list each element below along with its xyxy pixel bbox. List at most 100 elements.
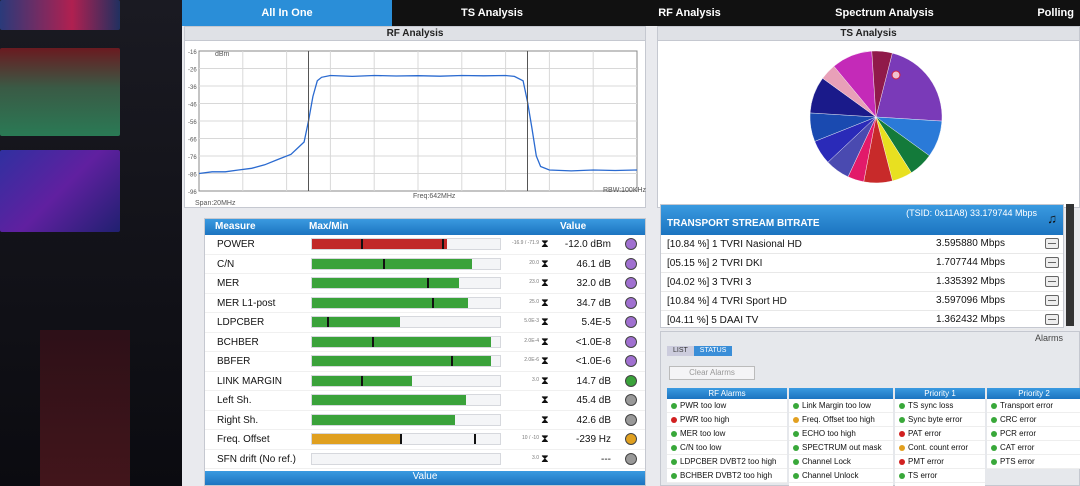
alarm-status-dot-icon: [793, 416, 799, 423]
measure-value: <1.0E-6: [575, 356, 611, 367]
service-detail-icon[interactable]: [1045, 238, 1059, 249]
service-detail-icon[interactable]: [1045, 314, 1059, 325]
alarm-column-header: Priority 2: [987, 388, 1080, 399]
alarm-item: PCR error: [987, 427, 1080, 441]
tab-polling[interactable]: Polling: [982, 0, 1080, 26]
service-row[interactable]: [05.15 %] 2 TVRI DKI 1.707744 Mbps: [661, 254, 1063, 273]
hourglass-icon[interactable]: ⧗: [541, 336, 549, 349]
clear-alarms-button[interactable]: Clear Alarms: [669, 366, 755, 380]
hourglass-icon[interactable]: ⧗: [541, 453, 549, 466]
bitrate-scrollbar[interactable]: [1066, 204, 1074, 326]
measure-value: 45.4 dB: [576, 395, 611, 406]
threshold-marker: [372, 336, 375, 347]
y-tick-label: -46: [188, 103, 197, 109]
hourglass-icon[interactable]: ⧗: [541, 316, 549, 329]
hourglass-icon[interactable]: ⧗: [541, 258, 549, 271]
y-tick-label: -66: [188, 138, 197, 144]
hourglass-icon[interactable]: ⧗: [541, 375, 549, 388]
alarm-status-dot-icon: [793, 430, 799, 437]
alarm-status-dot-icon: [671, 458, 677, 465]
measure-label: POWER: [217, 239, 255, 250]
alarm-label: LDPCBER DVBT2 too high: [680, 457, 777, 466]
status-led-icon: [625, 335, 637, 348]
measure-level-fill: [312, 434, 401, 444]
measure-level-bar: [311, 277, 501, 289]
status-led-icon: [625, 277, 637, 289]
tab-spectrum-analysis[interactable]: Spectrum Analysis: [787, 0, 982, 26]
cursor-icon: [891, 70, 901, 80]
threshold-label: 20.0: [529, 259, 539, 266]
measure-value: 42.6 dB: [576, 414, 611, 426]
alarm-tab-list[interactable]: LIST: [667, 346, 694, 356]
threshold-marker: [432, 297, 435, 308]
alarm-label: PWR too high: [680, 415, 730, 424]
measure-level-fill: [312, 317, 401, 327]
measure-row: BBFER 2.0E-6 ⧗ <1.0E-6: [205, 352, 645, 372]
alarm-item: Channel Lock: [789, 455, 893, 469]
alarm-item: Cont. count error: [895, 441, 985, 455]
background-video-thumbnail: [0, 48, 120, 136]
tab-ts-analysis[interactable]: TS Analysis: [392, 0, 592, 26]
measure-row: MER L1-post 25.0 ⧗ 34.7 dB: [205, 294, 645, 313]
alarm-label: Link Margin too low: [802, 401, 871, 410]
alarm-label: PMT error: [908, 457, 944, 466]
value-col-header: Value: [560, 221, 587, 232]
hourglass-icon[interactable]: ⧗: [541, 297, 549, 310]
ts-bitrate-total: (TSID: 0x11A8) 33.179744 Mbps: [906, 208, 1037, 218]
service-row[interactable]: [04.02 %] 3 TVRI 3 1.335392 Mbps: [661, 273, 1063, 292]
measure-header: Measure Max/Min Value: [205, 219, 645, 235]
service-row[interactable]: [10.84 %] 1 TVRI Nasional HD 3.595880 Mbp…: [661, 235, 1063, 254]
service-row[interactable]: [10.84 %] 4 TVRI Sport HD 3.597096 Mbps: [661, 292, 1063, 311]
alarm-status-dot-icon: [671, 402, 677, 409]
measure-label: Right Sh.: [217, 414, 259, 426]
alarm-item: PWR too low: [667, 399, 787, 413]
measure-row: Right Sh. ⧗ 42.6 dB: [205, 411, 645, 430]
measure-level-bar: [311, 374, 501, 387]
measure-level-fill: [312, 395, 467, 405]
alarm-column: Link Margin too low Freq. Offset too high…: [789, 388, 893, 486]
measure-value: 34.7 dB: [576, 297, 611, 309]
alarm-label: C/N too low: [680, 443, 722, 452]
hourglass-icon[interactable]: ⧗: [541, 277, 549, 290]
service-rows: [10.84 %] 1 TVRI Nasional HD 3.595880 Mbp…: [661, 235, 1063, 330]
measure-label: MER L1-post: [217, 297, 276, 309]
hourglass-icon[interactable]: ⧗: [541, 238, 549, 251]
music-note-icon[interactable]: ♫: [1047, 211, 1057, 226]
alarm-item: ECHO too high: [789, 427, 893, 441]
measure-level-bar: [311, 316, 501, 328]
measure-label: LINK MARGIN: [217, 375, 283, 387]
status-led-icon: [625, 413, 637, 426]
threshold-label: 3.0: [532, 376, 539, 383]
service-detail-icon[interactable]: [1045, 276, 1059, 287]
service-bitrate: 1.335392 Mbps: [936, 276, 1005, 287]
alarm-tab-status[interactable]: STATUS: [693, 346, 733, 356]
alarm-status-dot-icon: [671, 416, 677, 423]
service-name: [04.11 %] 5 DAAI TV: [667, 315, 759, 326]
tab-all-in-one[interactable]: All In One: [182, 0, 392, 26]
measure-level-fill: [312, 414, 455, 425]
hourglass-icon[interactable]: ⧗: [541, 355, 549, 368]
measure-row: Left Sh. ⧗ 45.4 dB: [205, 391, 645, 411]
hourglass-icon[interactable]: ⧗: [541, 394, 549, 407]
alarm-item: Transport error: [987, 399, 1080, 413]
threshold-marker: [360, 239, 363, 249]
threshold-label: -16.9 / -71.9: [512, 240, 539, 246]
status-led-icon: [625, 238, 637, 250]
service-detail-icon[interactable]: [1045, 257, 1059, 268]
threshold-marker: [327, 317, 330, 327]
background-video-thumbnail: [0, 0, 120, 30]
alarm-status-dot-icon: [991, 458, 997, 465]
alarm-column-header: Priority 1: [895, 388, 985, 399]
hourglass-icon[interactable]: ⧗: [541, 414, 549, 427]
hourglass-icon[interactable]: ⧗: [541, 433, 549, 446]
alarm-item: TS error: [895, 469, 985, 483]
service-row[interactable]: [04.11 %] 5 DAAI TV 1.362432 Mbps: [661, 311, 1063, 330]
service-bitrate: 1.362432 Mbps: [936, 314, 1005, 325]
service-detail-icon[interactable]: [1045, 295, 1059, 306]
tab-rf-analysis[interactable]: RF Analysis: [592, 0, 787, 26]
maxmin-col-header: Max/Min: [309, 221, 349, 232]
measure-level-bar: [311, 296, 501, 309]
alarm-status-dot-icon: [899, 472, 905, 479]
alarm-label: PCR error: [1000, 429, 1037, 438]
service-name: [10.84 %] 1 TVRI Nasional HD: [667, 239, 802, 250]
